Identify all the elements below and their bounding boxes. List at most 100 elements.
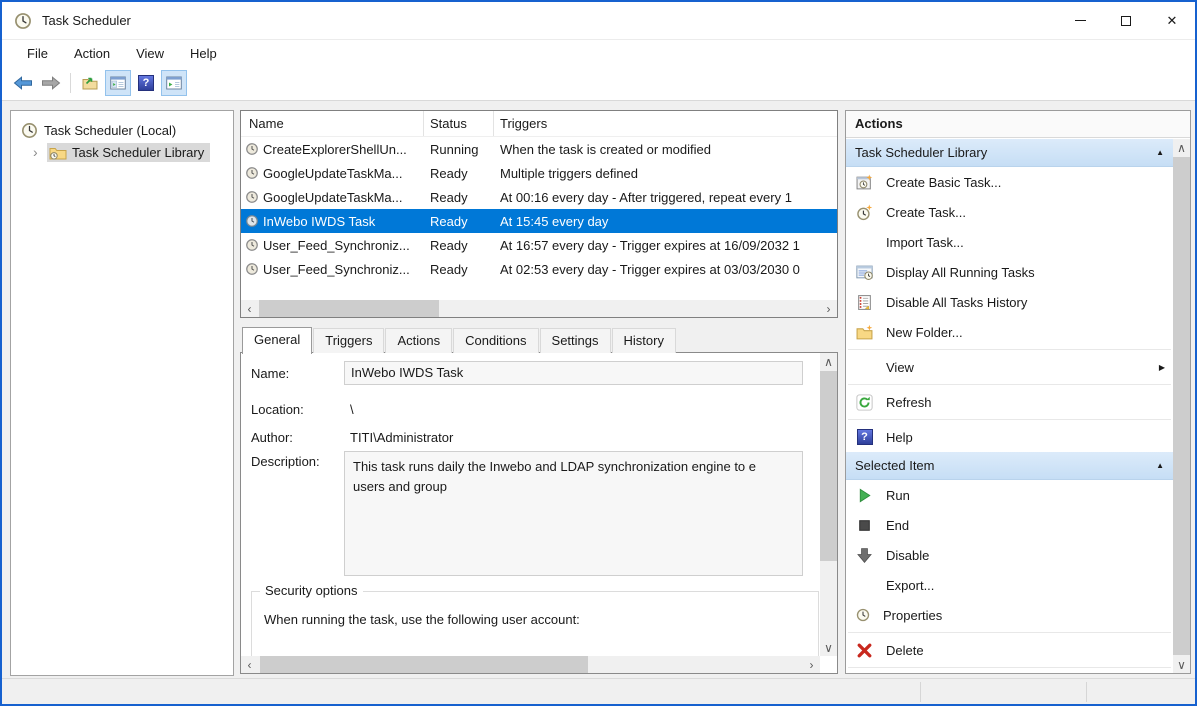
maximize-button[interactable] [1103, 2, 1149, 39]
action-refresh[interactable]: Refresh [846, 387, 1173, 417]
action-import-task[interactable]: Import Task... [846, 227, 1173, 257]
action-help[interactable]: Help [846, 422, 1173, 452]
task-scheduler-app-icon [14, 12, 32, 30]
actions-pane-body: Task Scheduler Library ▲ Create Basic Ta… [846, 139, 1173, 673]
tab-settings[interactable]: Settings [540, 328, 611, 353]
column-header-status[interactable]: Status [424, 111, 494, 136]
actions-vertical-scrollbar[interactable]: ∧ ∨ [1173, 139, 1190, 673]
tab-actions[interactable]: Actions [385, 328, 452, 353]
name-field[interactable]: InWebo IWDS Task [344, 361, 803, 385]
maximize-icon [1121, 16, 1131, 26]
action-end[interactable]: End [846, 510, 1173, 540]
menu-file[interactable]: File [18, 43, 57, 64]
menu-view[interactable]: View [127, 43, 173, 64]
scroll-left-icon[interactable]: ‹ [241, 300, 258, 317]
scroll-down-icon[interactable]: ∨ [820, 639, 837, 656]
description-field[interactable]: This task runs daily the Inwebo and LDAP… [344, 451, 803, 576]
action-display-all-running-tasks[interactable]: Display All Running Tasks [846, 257, 1173, 287]
back-button[interactable] [10, 70, 36, 96]
action-properties[interactable]: Properties [846, 600, 1173, 630]
tree-item-task-scheduler-local[interactable]: Task Scheduler (Local) [11, 119, 233, 141]
minimize-button[interactable] [1057, 2, 1103, 39]
section-header-task-scheduler-library[interactable]: Task Scheduler Library ▲ [846, 139, 1173, 167]
close-button[interactable]: ✕ [1149, 2, 1195, 39]
scroll-left-icon[interactable]: ‹ [241, 656, 258, 673]
table-row[interactable]: GoogleUpdateTaskMa... Ready Multiple tri… [241, 161, 837, 185]
action-export[interactable]: Export... [846, 570, 1173, 600]
scrollbar-thumb[interactable] [820, 371, 837, 561]
table-row[interactable]: User_Feed_Synchroniz... Ready At 02:53 e… [241, 257, 837, 281]
properties-icon [856, 608, 870, 622]
task-name: GoogleUpdateTaskMa... [263, 190, 402, 205]
task-clock-icon [245, 166, 259, 180]
security-options-group: Security options When running the task, … [251, 591, 819, 656]
no-icon [856, 234, 873, 251]
column-header-name[interactable]: Name [241, 111, 424, 136]
table-row[interactable]: CreateExplorerShellUn... Running When th… [241, 137, 837, 161]
console-tree-button[interactable] [105, 70, 131, 96]
collapse-up-icon[interactable]: ▲ [1156, 148, 1164, 157]
scroll-up-icon[interactable]: ∧ [820, 353, 837, 370]
section-header-selected-item[interactable]: Selected Item ▲ [846, 452, 1173, 480]
scrollbar-thumb[interactable] [259, 300, 439, 317]
details-horizontal-scrollbar[interactable]: ‹ › [241, 656, 820, 673]
tab-history[interactable]: History [612, 328, 676, 353]
task-status: Ready [424, 209, 494, 233]
tab-conditions[interactable]: Conditions [453, 328, 538, 353]
author-value: TITI\Administrator [350, 430, 453, 445]
action-run[interactable]: Run [846, 480, 1173, 510]
scrollbar-thumb[interactable] [260, 656, 588, 673]
task-status: Ready [424, 257, 494, 281]
titlebar: Task Scheduler ✕ [2, 2, 1195, 40]
divider [848, 384, 1171, 385]
action-view[interactable]: View ▶ [846, 352, 1173, 382]
action-disable[interactable]: Disable [846, 540, 1173, 570]
actions-pane: Actions Task Scheduler Library ▲ Create … [845, 110, 1191, 674]
status-bar-divider [1086, 682, 1087, 702]
action-label: Display All Running Tasks [886, 265, 1035, 280]
scrollbar-thumb[interactable] [1173, 157, 1190, 655]
export-list-button[interactable] [77, 70, 103, 96]
menu-action[interactable]: Action [65, 43, 119, 64]
action-new-folder[interactable]: New Folder... [846, 317, 1173, 347]
help-icon [138, 75, 154, 91]
scroll-right-icon[interactable]: › [803, 656, 820, 673]
run-icon [856, 487, 873, 504]
tree-library-selection[interactable]: Task Scheduler Library [47, 143, 210, 162]
tree-item-task-scheduler-library[interactable]: › Task Scheduler Library [11, 141, 233, 163]
task-list-horizontal-scrollbar[interactable]: ‹ › [241, 300, 837, 317]
details-vertical-scrollbar[interactable]: ∧ ∨ [820, 353, 837, 656]
task-clock-icon [245, 262, 259, 276]
action-label: Create Basic Task... [886, 175, 1001, 190]
help-button[interactable] [133, 70, 159, 96]
tab-general[interactable]: General [242, 327, 312, 354]
scroll-right-icon[interactable]: › [820, 300, 837, 317]
task-list: Name Status Triggers CreateExplorerShell… [240, 110, 838, 318]
action-label: End [886, 518, 909, 533]
table-row-selected[interactable]: InWebo IWDS Task Ready At 15:45 every da… [241, 209, 837, 233]
action-disable-all-tasks-history[interactable]: Disable All Tasks History [846, 287, 1173, 317]
action-create-task[interactable]: Create Task... [846, 197, 1173, 227]
action-pane-button[interactable] [161, 70, 187, 96]
security-options-text: When running the task, use the following… [264, 612, 814, 627]
table-row[interactable]: User_Feed_Synchroniz... Ready At 16:57 e… [241, 233, 837, 257]
tab-triggers[interactable]: Triggers [313, 328, 384, 353]
action-help-selected[interactable]: Help [846, 670, 1173, 673]
task-triggers: At 15:45 every day [494, 209, 837, 233]
menu-help[interactable]: Help [181, 43, 226, 64]
scroll-down-icon[interactable]: ∨ [1173, 656, 1190, 673]
action-label: Create Task... [886, 205, 966, 220]
column-header-triggers[interactable]: Triggers [494, 111, 837, 136]
scroll-up-icon[interactable]: ∧ [1173, 139, 1190, 156]
description-line1: This task runs daily the Inwebo and LDAP… [353, 457, 794, 477]
action-label: Disable All Tasks History [886, 295, 1027, 310]
action-create-basic-task[interactable]: Create Basic Task... [846, 167, 1173, 197]
name-label: Name: [251, 366, 289, 381]
collapse-up-icon[interactable]: ▲ [1156, 461, 1164, 470]
window-title: Task Scheduler [42, 13, 131, 28]
forward-button[interactable] [38, 70, 64, 96]
clock-icon [21, 122, 38, 139]
action-delete[interactable]: Delete [846, 635, 1173, 665]
table-row[interactable]: GoogleUpdateTaskMa... Ready At 00:16 eve… [241, 185, 837, 209]
chevron-right-icon[interactable]: › [33, 144, 45, 160]
